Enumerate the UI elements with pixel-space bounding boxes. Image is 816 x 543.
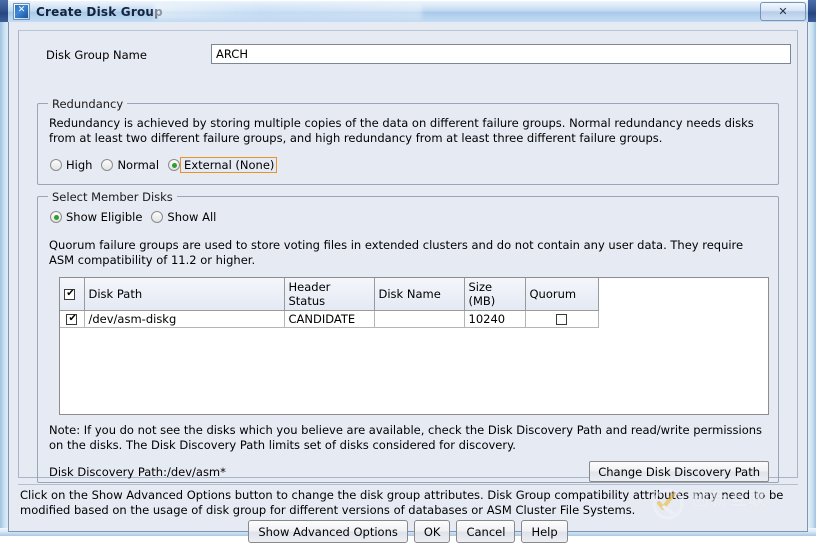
disk-discovery-path-label: Disk Discovery Path:/dev/asm* xyxy=(49,465,226,479)
radio-label: Show All xyxy=(167,210,217,224)
radio-dot-icon xyxy=(50,211,62,223)
column-header-disk-name[interactable]: Disk Name xyxy=(374,278,465,311)
background-title-overlay xyxy=(154,4,422,19)
row-checkbox[interactable] xyxy=(66,312,78,325)
cell-disk-name xyxy=(374,310,465,328)
redundancy-group-title: Redundancy xyxy=(48,97,128,111)
disk-discovery-row: Disk Discovery Path:/dev/asm* Change Dis… xyxy=(49,461,769,483)
window-controls: ✕ xyxy=(760,2,806,21)
select-all-checkbox[interactable] xyxy=(64,287,76,300)
radio-redundancy-normal[interactable]: Normal xyxy=(101,157,162,173)
footer-description: Click on the Show Advanced Options butto… xyxy=(20,488,784,517)
cell-size-mb: 10240 xyxy=(464,310,526,328)
dialog-title: Create Disk Group xyxy=(36,4,163,19)
close-button[interactable]: ✕ xyxy=(760,2,806,21)
radio-label: High xyxy=(66,158,93,172)
disk-group-name-row: Disk Group Name xyxy=(19,44,797,66)
column-header-size-mb[interactable]: Size (MB) xyxy=(464,278,526,311)
cancel-button[interactable]: Cancel xyxy=(456,520,516,543)
radio-label: Show Eligible xyxy=(66,210,143,224)
quorum-description: Quorum failure groups are used to store … xyxy=(49,238,744,267)
column-header-header-status[interactable]: Header Status xyxy=(284,278,375,311)
dialog-titlebar[interactable]: Create Disk Group ✕ xyxy=(8,0,808,22)
disk-table: Disk Path Header Status Disk Name Size (… xyxy=(60,278,599,328)
redundancy-description: Redundancy is achieved by storing multip… xyxy=(49,116,754,145)
disk-discovery-note: Note: If you do not see the disks which … xyxy=(49,423,763,452)
select-member-disks-group: Select Member Disks Show Eligible Show A… xyxy=(37,190,779,483)
disk-group-name-label: Disk Group Name xyxy=(46,48,147,62)
footer-separator xyxy=(18,484,798,485)
change-disk-discovery-path-button[interactable]: Change Disk Discovery Path xyxy=(589,461,769,482)
redundancy-radio-group: High Normal External (None) xyxy=(50,157,283,173)
cell-disk-path: /dev/asm-diskg xyxy=(84,310,285,328)
cell-header-status: CANDIDATE xyxy=(284,310,375,328)
column-header-quorum[interactable]: Quorum xyxy=(525,278,599,311)
column-header-disk-path[interactable]: Disk Path xyxy=(84,278,285,311)
radio-show-all[interactable]: Show All xyxy=(151,209,219,225)
row-select-cell[interactable] xyxy=(60,310,85,328)
disk-group-icon xyxy=(13,3,30,20)
ok-button[interactable]: OK xyxy=(413,520,451,543)
radio-dot-icon xyxy=(168,159,181,171)
redundancy-group: Redundancy Redundancy is achieved by sto… xyxy=(37,97,779,185)
select-member-disks-title: Select Member Disks xyxy=(48,190,177,204)
disk-filter-radio-group: Show Eligible Show All xyxy=(50,209,225,225)
help-button[interactable]: Help xyxy=(521,520,568,543)
dialog-body: Disk Group Name Redundancy Redundancy is… xyxy=(8,22,808,543)
radio-redundancy-high[interactable]: High xyxy=(50,157,95,173)
create-disk-group-dialog: Create Disk Group ✕ Disk Group Name Redu… xyxy=(8,0,808,543)
dialog-button-bar: Show Advanced Options OK Cancel Help xyxy=(9,520,807,543)
radio-dot-icon xyxy=(50,159,62,171)
radio-show-eligible[interactable]: Show Eligible xyxy=(50,209,145,225)
column-header-select-all[interactable] xyxy=(60,278,85,311)
show-advanced-options-button[interactable]: Show Advanced Options xyxy=(248,520,408,543)
table-header-row: Disk Path Header Status Disk Name Size (… xyxy=(60,278,599,311)
table-row[interactable]: /dev/asm-diskg CANDIDATE 10240 xyxy=(60,310,599,328)
radio-dot-icon xyxy=(151,211,164,223)
radio-label: Normal xyxy=(117,158,160,172)
quorum-checkbox[interactable] xyxy=(556,314,567,325)
disk-table-container[interactable]: Disk Path Header Status Disk Name Size (… xyxy=(59,277,769,415)
radio-dot-icon xyxy=(101,159,114,171)
cell-quorum[interactable] xyxy=(525,310,599,328)
disk-group-name-input[interactable] xyxy=(211,44,791,64)
content-panel: Disk Group Name Redundancy Redundancy is… xyxy=(18,30,798,483)
radio-label: External (None) xyxy=(180,157,278,173)
radio-redundancy-external[interactable]: External (None) xyxy=(168,157,278,173)
